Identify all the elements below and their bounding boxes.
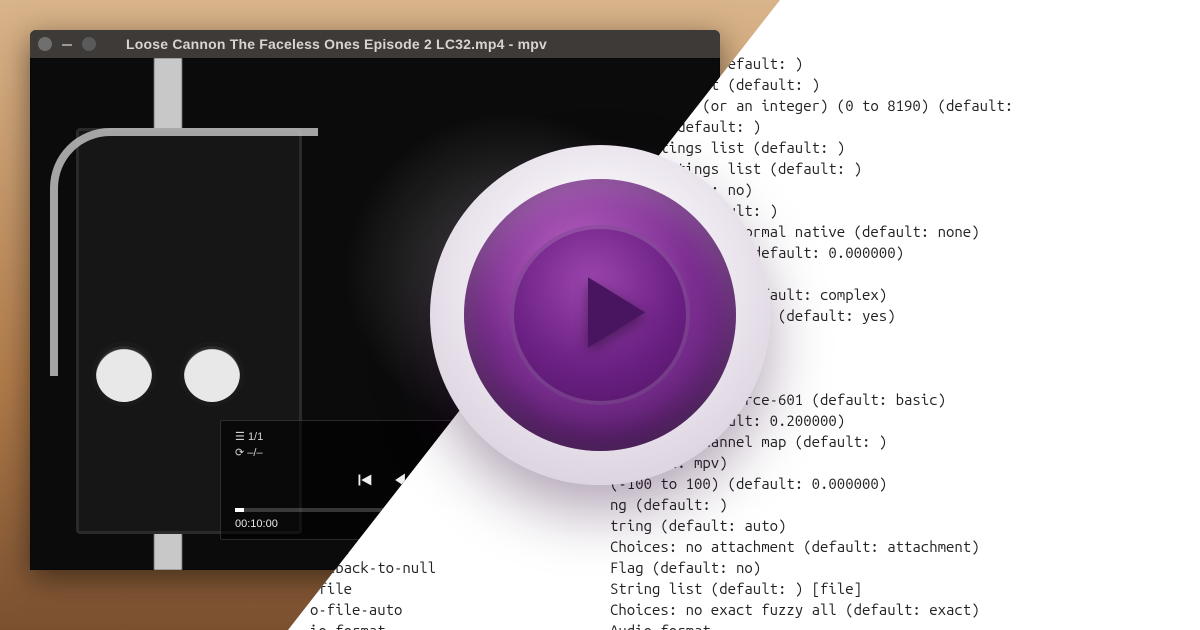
mpv-logo (430, 145, 770, 485)
prev-track-button[interactable] (353, 469, 375, 494)
maximize-icon[interactable] (82, 37, 96, 51)
option-row: allback-to-nullFlag (default: no) (310, 557, 1200, 578)
seek-fill (235, 508, 244, 512)
loop-icon[interactable]: ⟳ (235, 447, 244, 459)
option-row: splayChoices: no attachment (default: at… (310, 536, 1200, 557)
video-frame-gauge (180, 342, 244, 406)
composite-stage: t (default: )to 16) (default: )ult: no)t… (0, 0, 1200, 630)
option-desc: Choices: no attachment (default: attachm… (610, 536, 980, 557)
option-desc: Choices: no exact fuzzy all (default: ex… (610, 599, 980, 620)
option-row: ng (default: ) (310, 494, 1200, 515)
option-row: icetring (default: auto) (310, 515, 1200, 536)
window-title: Loose Cannon The Faceless Ones Episode 2… (126, 36, 547, 52)
playlist-icon[interactable]: ☰ (235, 431, 245, 443)
minimize-icon[interactable] (62, 44, 72, 46)
option-name: io-format (310, 620, 610, 630)
video-frame-gauge (92, 342, 156, 406)
option-row: io-formatAudio format (310, 620, 1200, 630)
option-desc: Flag (default: no) (610, 557, 761, 578)
playlist-position: 1/1 (248, 431, 263, 443)
option-row: -fileString list (default: ) [file] (310, 578, 1200, 599)
option-desc: tring (default: auto) (610, 515, 786, 536)
play-icon (555, 258, 665, 373)
option-desc: Audio format (610, 620, 711, 630)
loop-text: –/– (247, 447, 262, 459)
option-desc: String list (default: ) [file] (610, 578, 862, 599)
time-elapsed: 00:10:00 (235, 518, 278, 530)
video-frame-pipe (50, 128, 318, 376)
option-name: -file (310, 578, 610, 599)
osc-meta: ☰ 1/1 ⟳ –/– (235, 429, 263, 461)
option-name: o-file-auto (310, 599, 610, 620)
option-desc: ng (default: ) (610, 494, 728, 515)
close-icon[interactable] (38, 37, 52, 51)
option-row: o-file-autoChoices: no exact fuzzy all (… (310, 599, 1200, 620)
option-name: allback-to-null (310, 557, 610, 578)
window-titlebar[interactable]: Loose Cannon The Faceless Ones Episode 2… (30, 30, 720, 58)
